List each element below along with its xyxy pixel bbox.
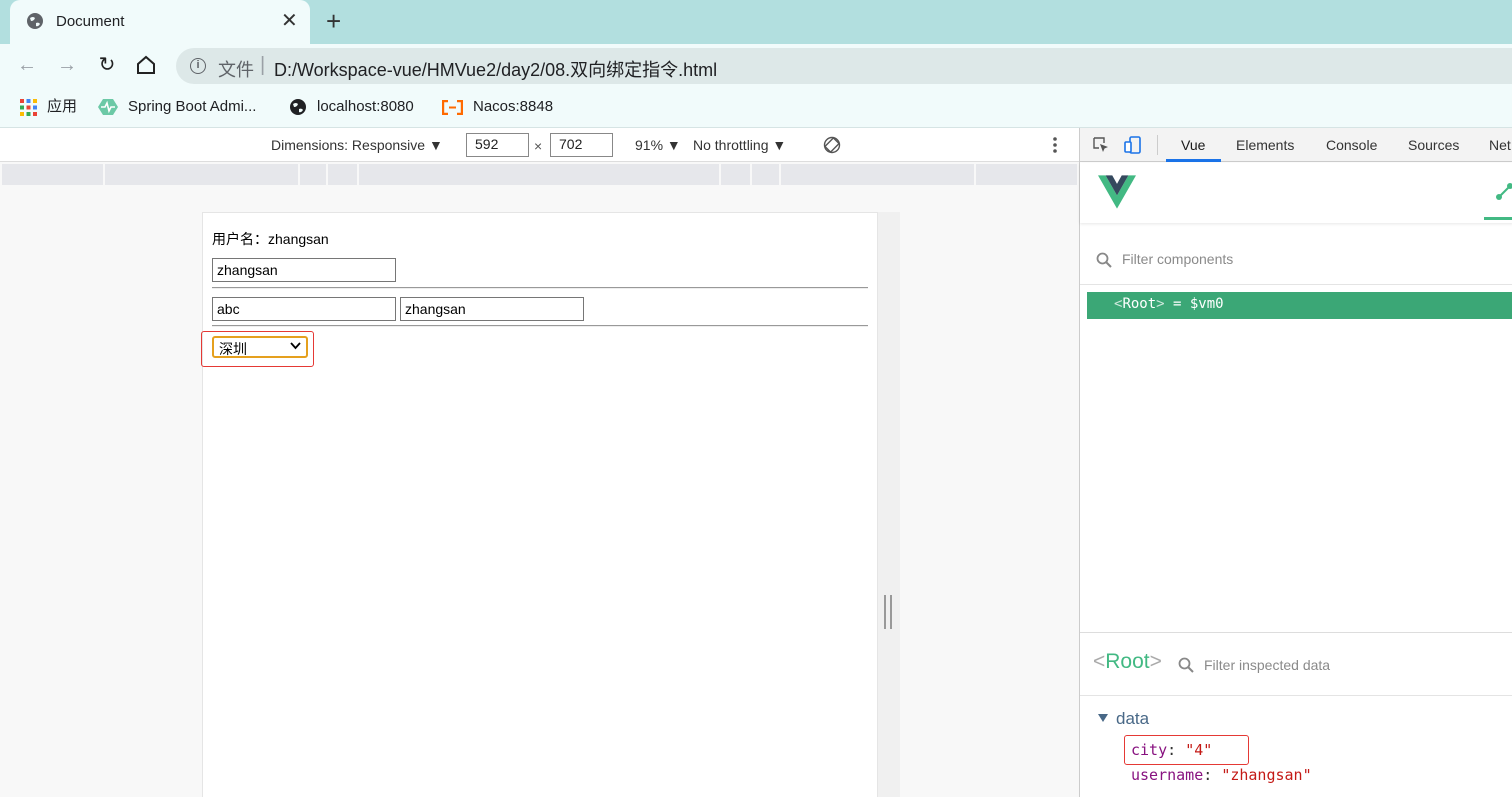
throttling-dropdown[interactable]: No throttling ▼ <box>693 137 786 153</box>
data-property-username[interactable]: username: "zhangsan" <box>1131 766 1312 784</box>
home-icon[interactable] <box>135 55 157 75</box>
rotate-icon[interactable] <box>823 136 841 154</box>
property-key: username <box>1131 766 1204 784</box>
data-section-label[interactable]: data <box>1116 709 1149 729</box>
inspect-element-icon[interactable] <box>1092 136 1110 154</box>
device-emulation-pane: Dimensions: Responsive ▼ 592 × 702 91% ▼… <box>0 128 1079 797</box>
username-input-2[interactable]: zhangsan <box>400 297 584 321</box>
reload-icon[interactable]: ↻ <box>94 52 120 78</box>
search-icon <box>1096 252 1112 268</box>
nacos-icon <box>442 99 463 115</box>
tab-separator <box>1157 135 1158 155</box>
divider <box>212 325 868 327</box>
username-display: 用户名：zhangsan <box>212 231 329 247</box>
browser-tab[interactable]: Document ✕ <box>10 0 310 44</box>
dimensions-separator: × <box>534 138 543 154</box>
back-icon[interactable]: ← <box>14 52 40 78</box>
forward-icon[interactable]: → <box>54 52 80 78</box>
tab-console[interactable]: Console <box>1326 137 1377 153</box>
viewport-side-strip <box>878 212 900 797</box>
tag-close: > <box>1149 650 1162 673</box>
bookmark-label: Spring Boot Admi... <box>128 98 257 115</box>
root-component-name: Root <box>1122 296 1157 312</box>
devtools-tab-bar: Vue Elements Console Sources Net <box>1080 128 1512 162</box>
inspector-title: <Root> <box>1093 650 1162 674</box>
tab-strip: Document ✕ + <box>0 0 1512 44</box>
filter-inspected-data-input[interactable]: Filter inspected data <box>1204 657 1330 673</box>
device-toolbar: Dimensions: Responsive ▼ 592 × 702 91% ▼… <box>0 128 1079 162</box>
bookmark-nacos[interactable]: Nacos:8848 <box>442 97 553 119</box>
root-component-row[interactable]: <Root> = $vm0 <box>1087 292 1512 319</box>
globe-icon <box>27 13 43 29</box>
tab-sources[interactable]: Sources <box>1408 137 1459 153</box>
apps-grid-icon <box>20 98 37 116</box>
new-tab-icon[interactable]: + <box>326 6 341 36</box>
vue-devtools-header <box>1080 163 1512 223</box>
filter-components-placeholder: Filter components <box>1122 251 1234 267</box>
tab-title: Document <box>56 13 125 30</box>
tab-elements[interactable]: Elements <box>1236 137 1294 153</box>
address-bar[interactable]: i 文件 | D:/Workspace-vue/HMVue2/day2/08.双… <box>176 48 1512 84</box>
browser-toolbar: ← → ↻ i 文件 | D:/Workspace-vue/HMVue2/day… <box>0 44 1512 88</box>
city-select-value: 深圳 <box>219 341 247 357</box>
close-tab-icon[interactable]: ✕ <box>281 8 298 34</box>
height-input[interactable]: 702 <box>550 133 613 157</box>
ruler-divider <box>326 164 328 185</box>
tab-network[interactable]: Net <box>1489 137 1511 153</box>
ruler-divider <box>298 164 300 185</box>
zoom-dropdown[interactable]: 91% ▼ <box>635 137 681 153</box>
ruler-divider <box>719 164 721 185</box>
property-key: city <box>1131 741 1168 759</box>
vue-logo-icon <box>1098 175 1136 209</box>
address-separator: | <box>260 54 266 76</box>
bookmark-localhost[interactable]: localhost:8080 <box>289 97 414 119</box>
device-toggle-icon[interactable] <box>1124 136 1142 154</box>
bookmark-label: Nacos:8848 <box>473 98 554 115</box>
divider <box>212 287 868 289</box>
username-input[interactable]: zhangsan <box>212 258 396 282</box>
components-tab-icon[interactable] <box>1496 183 1512 200</box>
filter-components-bar[interactable]: Filter components <box>1080 233 1512 285</box>
active-tab-indicator <box>1166 159 1221 162</box>
collapse-triangle-icon[interactable] <box>1098 713 1108 723</box>
spring-boot-admin-icon <box>98 99 118 116</box>
chevron-down-icon <box>290 342 301 350</box>
tag-close: > <box>1156 296 1165 312</box>
bookmark-label: localhost:8080 <box>317 98 414 115</box>
tag-open: < <box>1093 650 1106 673</box>
file-scheme-label: 文件 <box>218 60 254 80</box>
ruler-divider <box>750 164 752 185</box>
property-value: "4" <box>1185 741 1213 759</box>
data-property-city[interactable]: city: "4" <box>1131 741 1212 759</box>
tag-open: < <box>1114 296 1123 312</box>
resize-handle[interactable] <box>884 595 892 629</box>
page-viewport: 用户名：zhangsan zhangsan abc zhangsan 深圳 <box>201 212 878 797</box>
component-inspector: <Root> Filter inspected data data city: … <box>1080 632 1512 797</box>
dimensions-dropdown[interactable]: Dimensions: Responsive ▼ <box>271 137 443 153</box>
ruler-divider <box>103 164 105 185</box>
url-text[interactable]: D:/Workspace-vue/HMVue2/day2/08.双向绑定指令.h… <box>274 56 717 82</box>
vm-assignment: = $vm0 <box>1164 296 1224 312</box>
width-input[interactable]: 592 <box>466 133 529 157</box>
globe-icon <box>290 99 306 116</box>
bookmarks-bar: 应用 Spring Boot Admi... localhost:8080 Na… <box>0 88 1512 128</box>
ruler-divider <box>779 164 781 185</box>
bookmark-spring-boot-admin[interactable]: Spring Boot Admi... <box>98 97 256 119</box>
text-input-abc[interactable]: abc <box>212 297 396 321</box>
bookmark-label: 应用 <box>47 98 78 115</box>
property-value: "zhangsan" <box>1221 766 1312 784</box>
tab-vue[interactable]: Vue <box>1181 137 1205 153</box>
info-icon[interactable]: i <box>190 58 206 74</box>
city-select[interactable]: 深圳 <box>212 336 308 358</box>
ruler-divider <box>357 164 359 185</box>
bookmark-apps[interactable]: 应用 <box>20 97 77 119</box>
ruler-divider <box>974 164 976 185</box>
inspector-header: <Root> Filter inspected data <box>1080 633 1512 696</box>
search-icon <box>1178 657 1194 673</box>
inspector-component-name: Root <box>1105 650 1150 673</box>
components-tab-indicator <box>1484 217 1512 220</box>
devtools-pane: Vue Elements Console Sources Net Filter … <box>1079 128 1512 797</box>
media-query-ruler[interactable] <box>2 164 1077 185</box>
more-options-icon[interactable] <box>1050 135 1060 155</box>
